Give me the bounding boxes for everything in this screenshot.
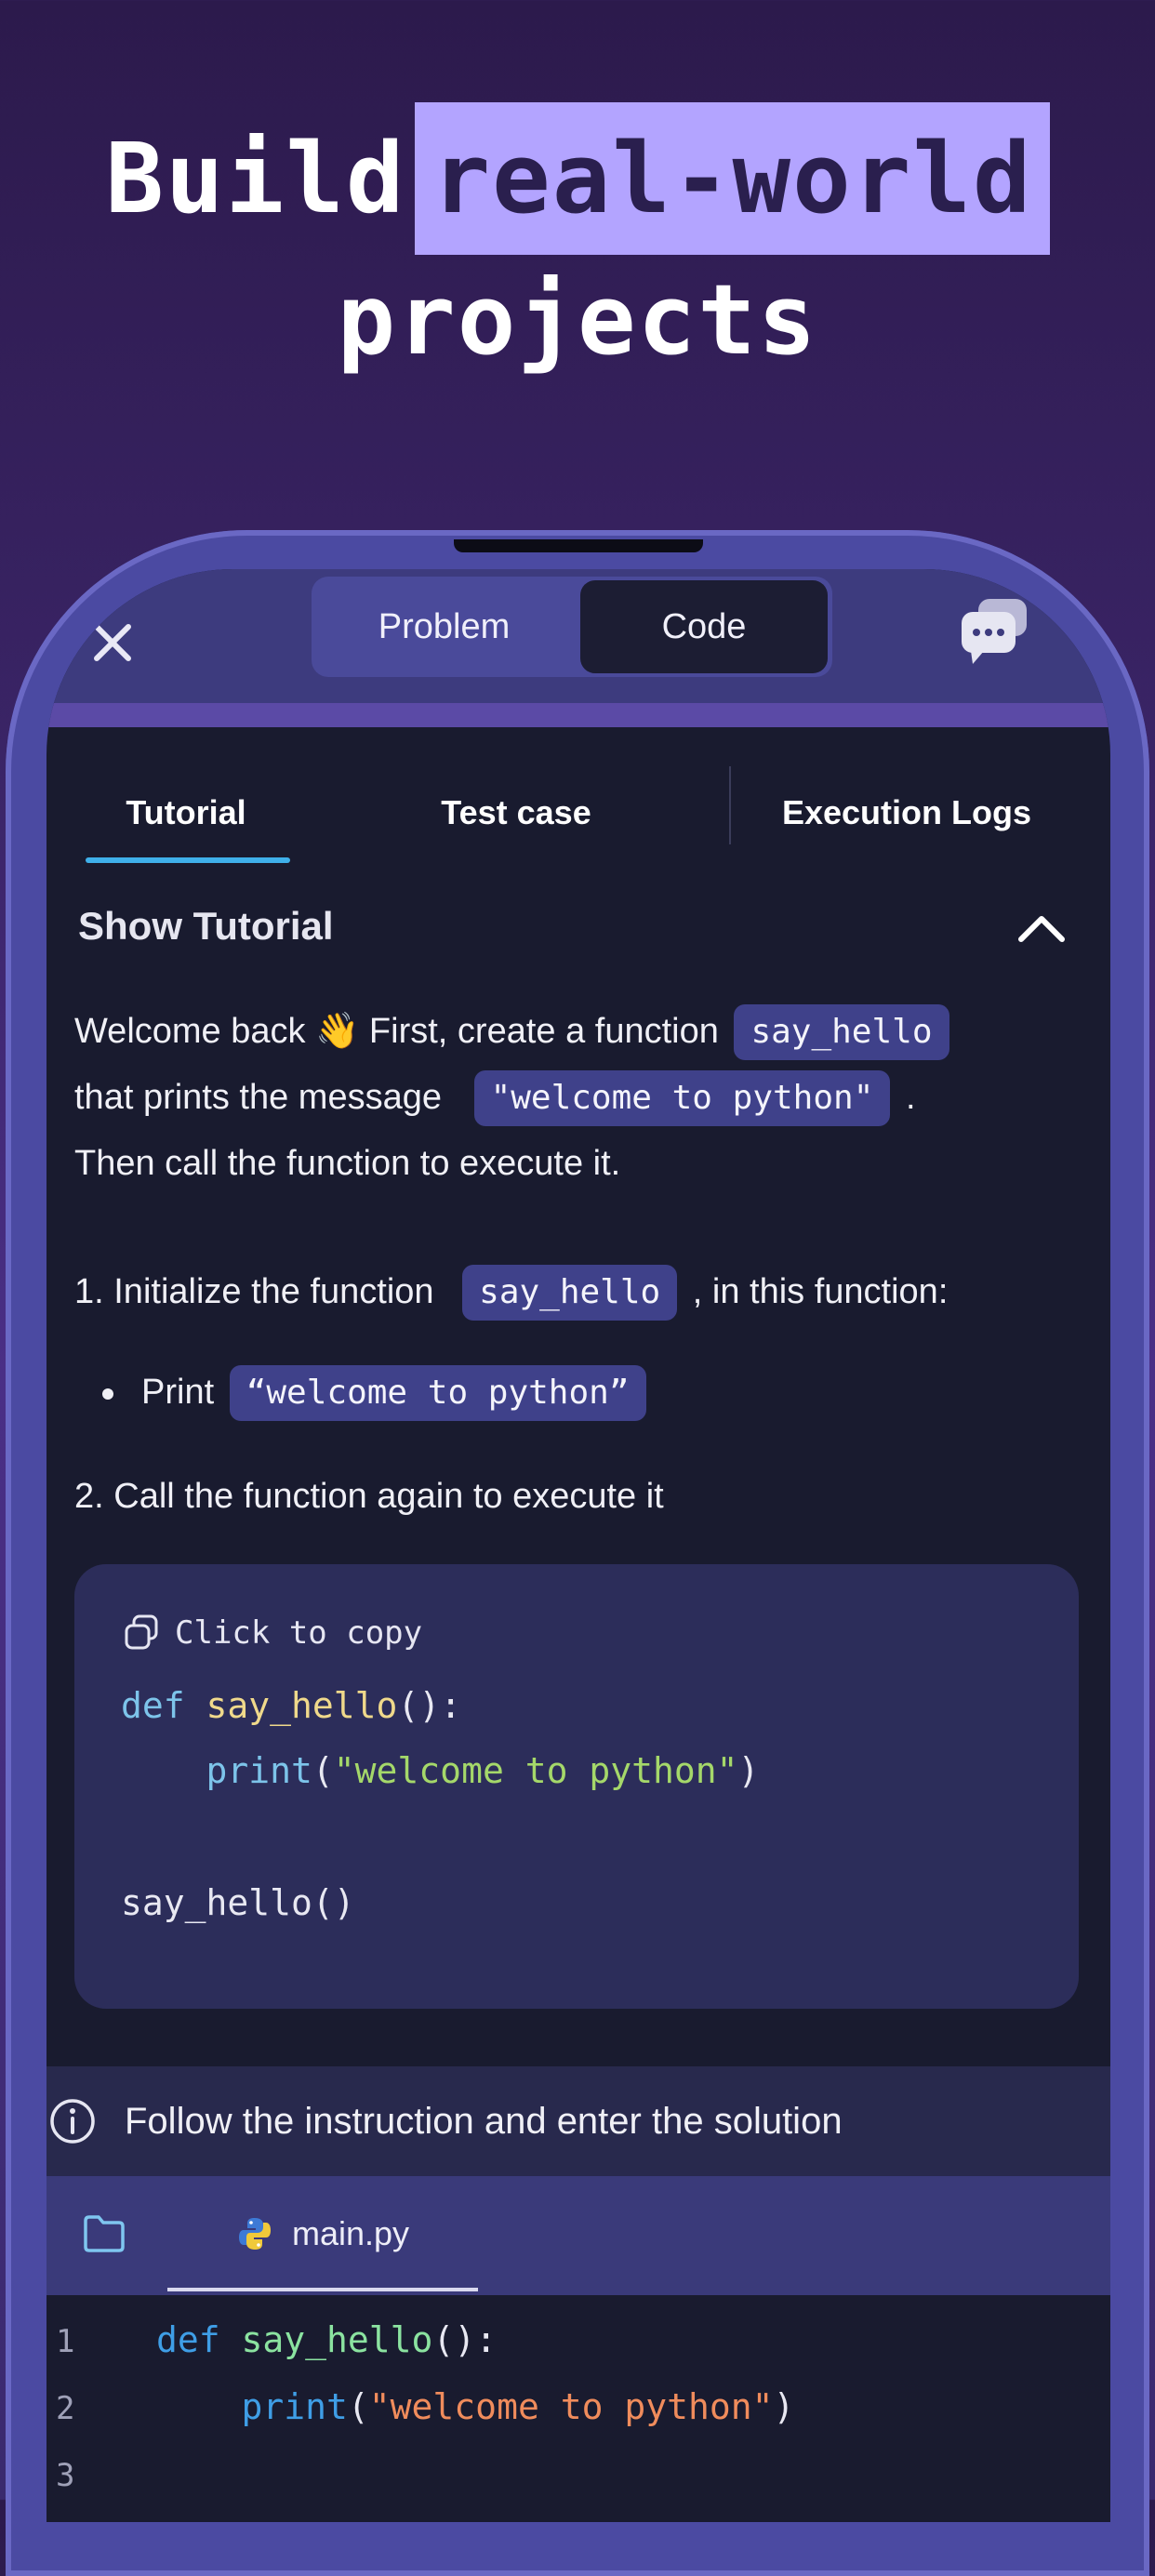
segmented-control: Problem Code bbox=[312, 577, 832, 677]
code-chip-say-hello: say_hello bbox=[734, 1004, 949, 1060]
top-bar-strip bbox=[46, 703, 1110, 727]
tab-test-case[interactable]: Test case bbox=[409, 766, 623, 859]
info-icon bbox=[50, 2099, 95, 2144]
headline-highlight: real-world bbox=[415, 102, 1050, 255]
code-card-line-2: print("welcome to python") bbox=[121, 1750, 760, 1791]
code-fn-name: say_hello bbox=[206, 1685, 398, 1726]
step1-text-1: 1. Initialize the function bbox=[74, 1272, 434, 1311]
intro-period: . bbox=[905, 1078, 916, 1117]
copy-label: Click to copy bbox=[175, 1614, 423, 1652]
python-icon bbox=[238, 2218, 271, 2250]
step1-code-chip: say_hello bbox=[462, 1265, 678, 1321]
editor-fn-name: say_hello bbox=[241, 2319, 433, 2360]
code-card-line-1: def say_hello(): bbox=[121, 1685, 461, 1726]
code-string: "welcome to python" bbox=[333, 1750, 738, 1791]
tutorial-step-1: 1. Initialize the function say_hello , i… bbox=[74, 1259, 1088, 1325]
copy-icon bbox=[125, 1614, 158, 1650]
headline-line-2: projects bbox=[337, 263, 818, 377]
file-tab-label: main.py bbox=[291, 2214, 410, 2252]
folder-icon[interactable] bbox=[80, 2211, 128, 2256]
file-tab-main-py[interactable]: main.py bbox=[167, 2176, 478, 2291]
line-number-3: 3 bbox=[56, 2457, 75, 2494]
intro-text-2: that prints the message bbox=[74, 1078, 442, 1117]
code-fn-print: print bbox=[206, 1750, 312, 1791]
tutorial-intro: Welcome back 👋 First, create a function … bbox=[74, 999, 1088, 1197]
code-card: Click to copy def say_hello(): print("we… bbox=[74, 1564, 1079, 2009]
code-chip-message: "welcome to python" bbox=[473, 1070, 891, 1126]
headline-line-1: Build real-world bbox=[0, 102, 1155, 255]
intro-text-1: Welcome back 👋 First, create a function bbox=[74, 1012, 719, 1051]
editor-fn-print: print bbox=[241, 2386, 348, 2427]
segment-code[interactable]: Code bbox=[580, 580, 828, 673]
code-open-paren: ( bbox=[312, 1750, 334, 1791]
editor-line-2: print("welcome to python") bbox=[156, 2386, 795, 2427]
bullet-label: Print bbox=[141, 1373, 215, 1412]
headline-word-build: Build bbox=[105, 122, 406, 235]
phone-screen: Problem Code Tutorial Test case Executio… bbox=[46, 569, 1110, 2522]
tab-divider bbox=[729, 766, 731, 844]
editor-line-1: def say_hello(): bbox=[156, 2319, 497, 2360]
file-tab-indicator bbox=[167, 2288, 478, 2291]
code-editor[interactable]: 1 2 3 def say_hello(): print("welcome to… bbox=[46, 2295, 1110, 2522]
segment-problem[interactable]: Problem bbox=[312, 577, 577, 677]
code-parens: (): bbox=[397, 1685, 462, 1726]
active-tab-indicator bbox=[86, 857, 290, 863]
close-button[interactable] bbox=[80, 610, 145, 675]
close-icon bbox=[94, 624, 131, 661]
editor-open-paren: ( bbox=[347, 2386, 369, 2427]
tab-tutorial[interactable]: Tutorial bbox=[84, 766, 288, 859]
tutorial-step-2: 2. Call the function again to execute it bbox=[74, 1477, 664, 1516]
info-text: Follow the instruction and enter the sol… bbox=[125, 2100, 843, 2142]
code-kw-def: def bbox=[121, 1685, 185, 1726]
chat-button[interactable] bbox=[958, 597, 1042, 671]
show-tutorial-header[interactable]: Show Tutorial bbox=[78, 904, 334, 949]
line-number-2: 2 bbox=[56, 2390, 75, 2427]
step1-text-2: , in this function: bbox=[692, 1272, 949, 1311]
tutorial-bullet: Print “welcome to python” bbox=[102, 1360, 652, 1425]
chat-bubbles-icon bbox=[962, 599, 1027, 664]
copy-button[interactable]: Click to copy bbox=[121, 1613, 422, 1653]
editor-header: main.py bbox=[46, 2176, 1110, 2295]
bullet-dot bbox=[102, 1388, 113, 1400]
code-card-line-4: say_hello() bbox=[121, 1882, 355, 1923]
info-banner: Follow the instruction and enter the sol… bbox=[46, 2066, 1110, 2176]
chevron-up-icon[interactable] bbox=[1014, 910, 1069, 947]
tab-execution-logs[interactable]: Execution Logs bbox=[735, 766, 1079, 859]
headline: Build real-world projects bbox=[0, 102, 1155, 385]
editor-parens: (): bbox=[432, 2319, 498, 2360]
bullet-code-chip: “welcome to python” bbox=[229, 1365, 646, 1421]
editor-close-paren: ) bbox=[773, 2386, 795, 2427]
code-close-paren: ) bbox=[737, 1750, 760, 1791]
editor-string: "welcome to python" bbox=[368, 2386, 774, 2427]
phone-notch bbox=[454, 539, 703, 552]
intro-text-3: Then call the function to execute it. bbox=[74, 1144, 621, 1183]
editor-kw-def: def bbox=[156, 2319, 220, 2360]
line-number-1: 1 bbox=[56, 2323, 75, 2360]
